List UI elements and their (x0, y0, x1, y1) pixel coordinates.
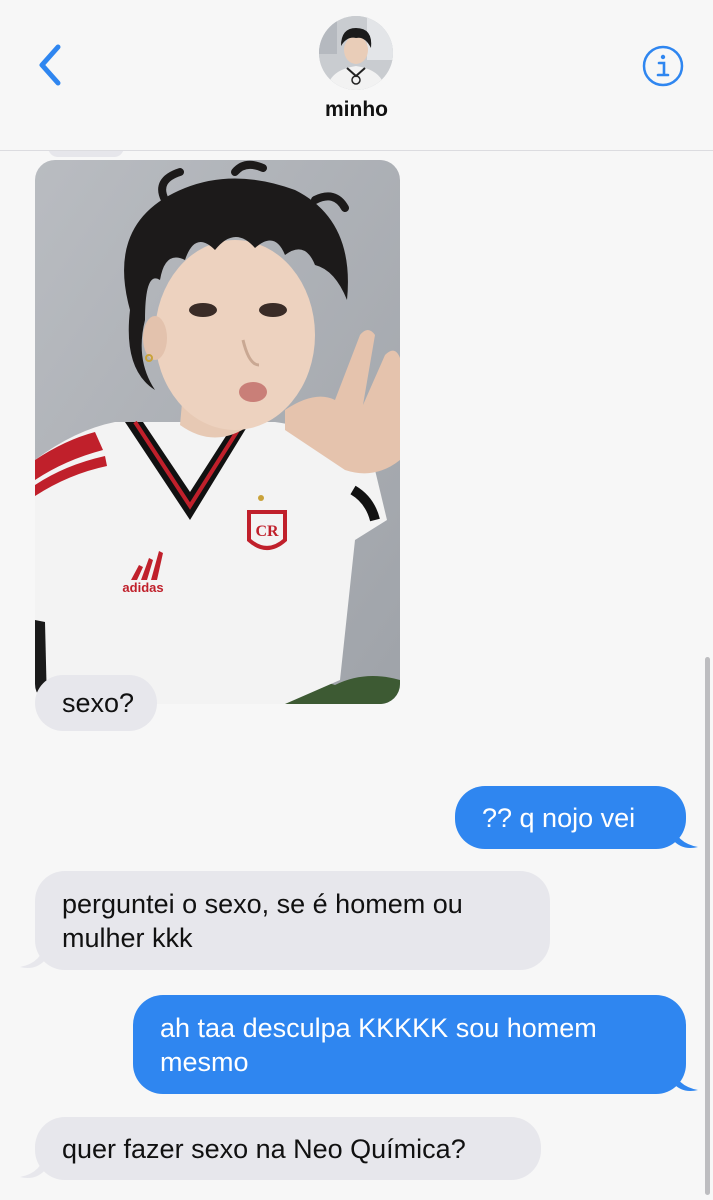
info-icon (642, 45, 684, 87)
bubble-tail (20, 1151, 46, 1178)
svg-text:CR: CR (255, 523, 279, 540)
svg-text:adidas: adidas (122, 580, 163, 595)
image-message[interactable]: CR adidas (35, 160, 400, 704)
scrollbar[interactable] (705, 657, 710, 1195)
previous-message-bubble (48, 151, 124, 157)
chevron-left-icon (39, 44, 61, 86)
message-bubble-incoming[interactable]: quer fazer sexo na Neo Química? (35, 1117, 541, 1180)
message-bubble-outgoing[interactable]: ah taa desculpa KKKKK sou homem mesmo (133, 995, 686, 1094)
contact-name[interactable]: minho (0, 98, 713, 122)
bubble-tail (672, 823, 698, 848)
message-bubble-outgoing[interactable]: ?? q nojo vei (455, 786, 686, 849)
conversation-header: minho (0, 0, 713, 151)
message-text: ?? q nojo vei (482, 802, 636, 833)
message-text: perguntei o sexo, se é homem ou mulher k… (62, 888, 471, 953)
message-list[interactable]: CR adidas sexo? ?? q nojo vei perguntei … (0, 151, 713, 1200)
avatar[interactable] (319, 16, 393, 90)
message-text: sexo? (62, 688, 135, 718)
avatar-photo (319, 16, 393, 90)
message-bubble-incoming[interactable]: perguntei o sexo, se é homem ou mulher k… (35, 871, 550, 970)
message-bubble-incoming[interactable]: sexo? (35, 675, 157, 731)
info-button[interactable] (642, 45, 684, 87)
message-text: quer fazer sexo na Neo Química? (62, 1133, 466, 1164)
back-button[interactable] (30, 40, 70, 90)
selfie-photo: CR adidas (35, 160, 400, 704)
bubble-tail (672, 1066, 698, 1091)
bubble-tail (20, 941, 46, 968)
message-text: ah taa desculpa KKKKK sou homem mesmo (160, 1012, 605, 1077)
